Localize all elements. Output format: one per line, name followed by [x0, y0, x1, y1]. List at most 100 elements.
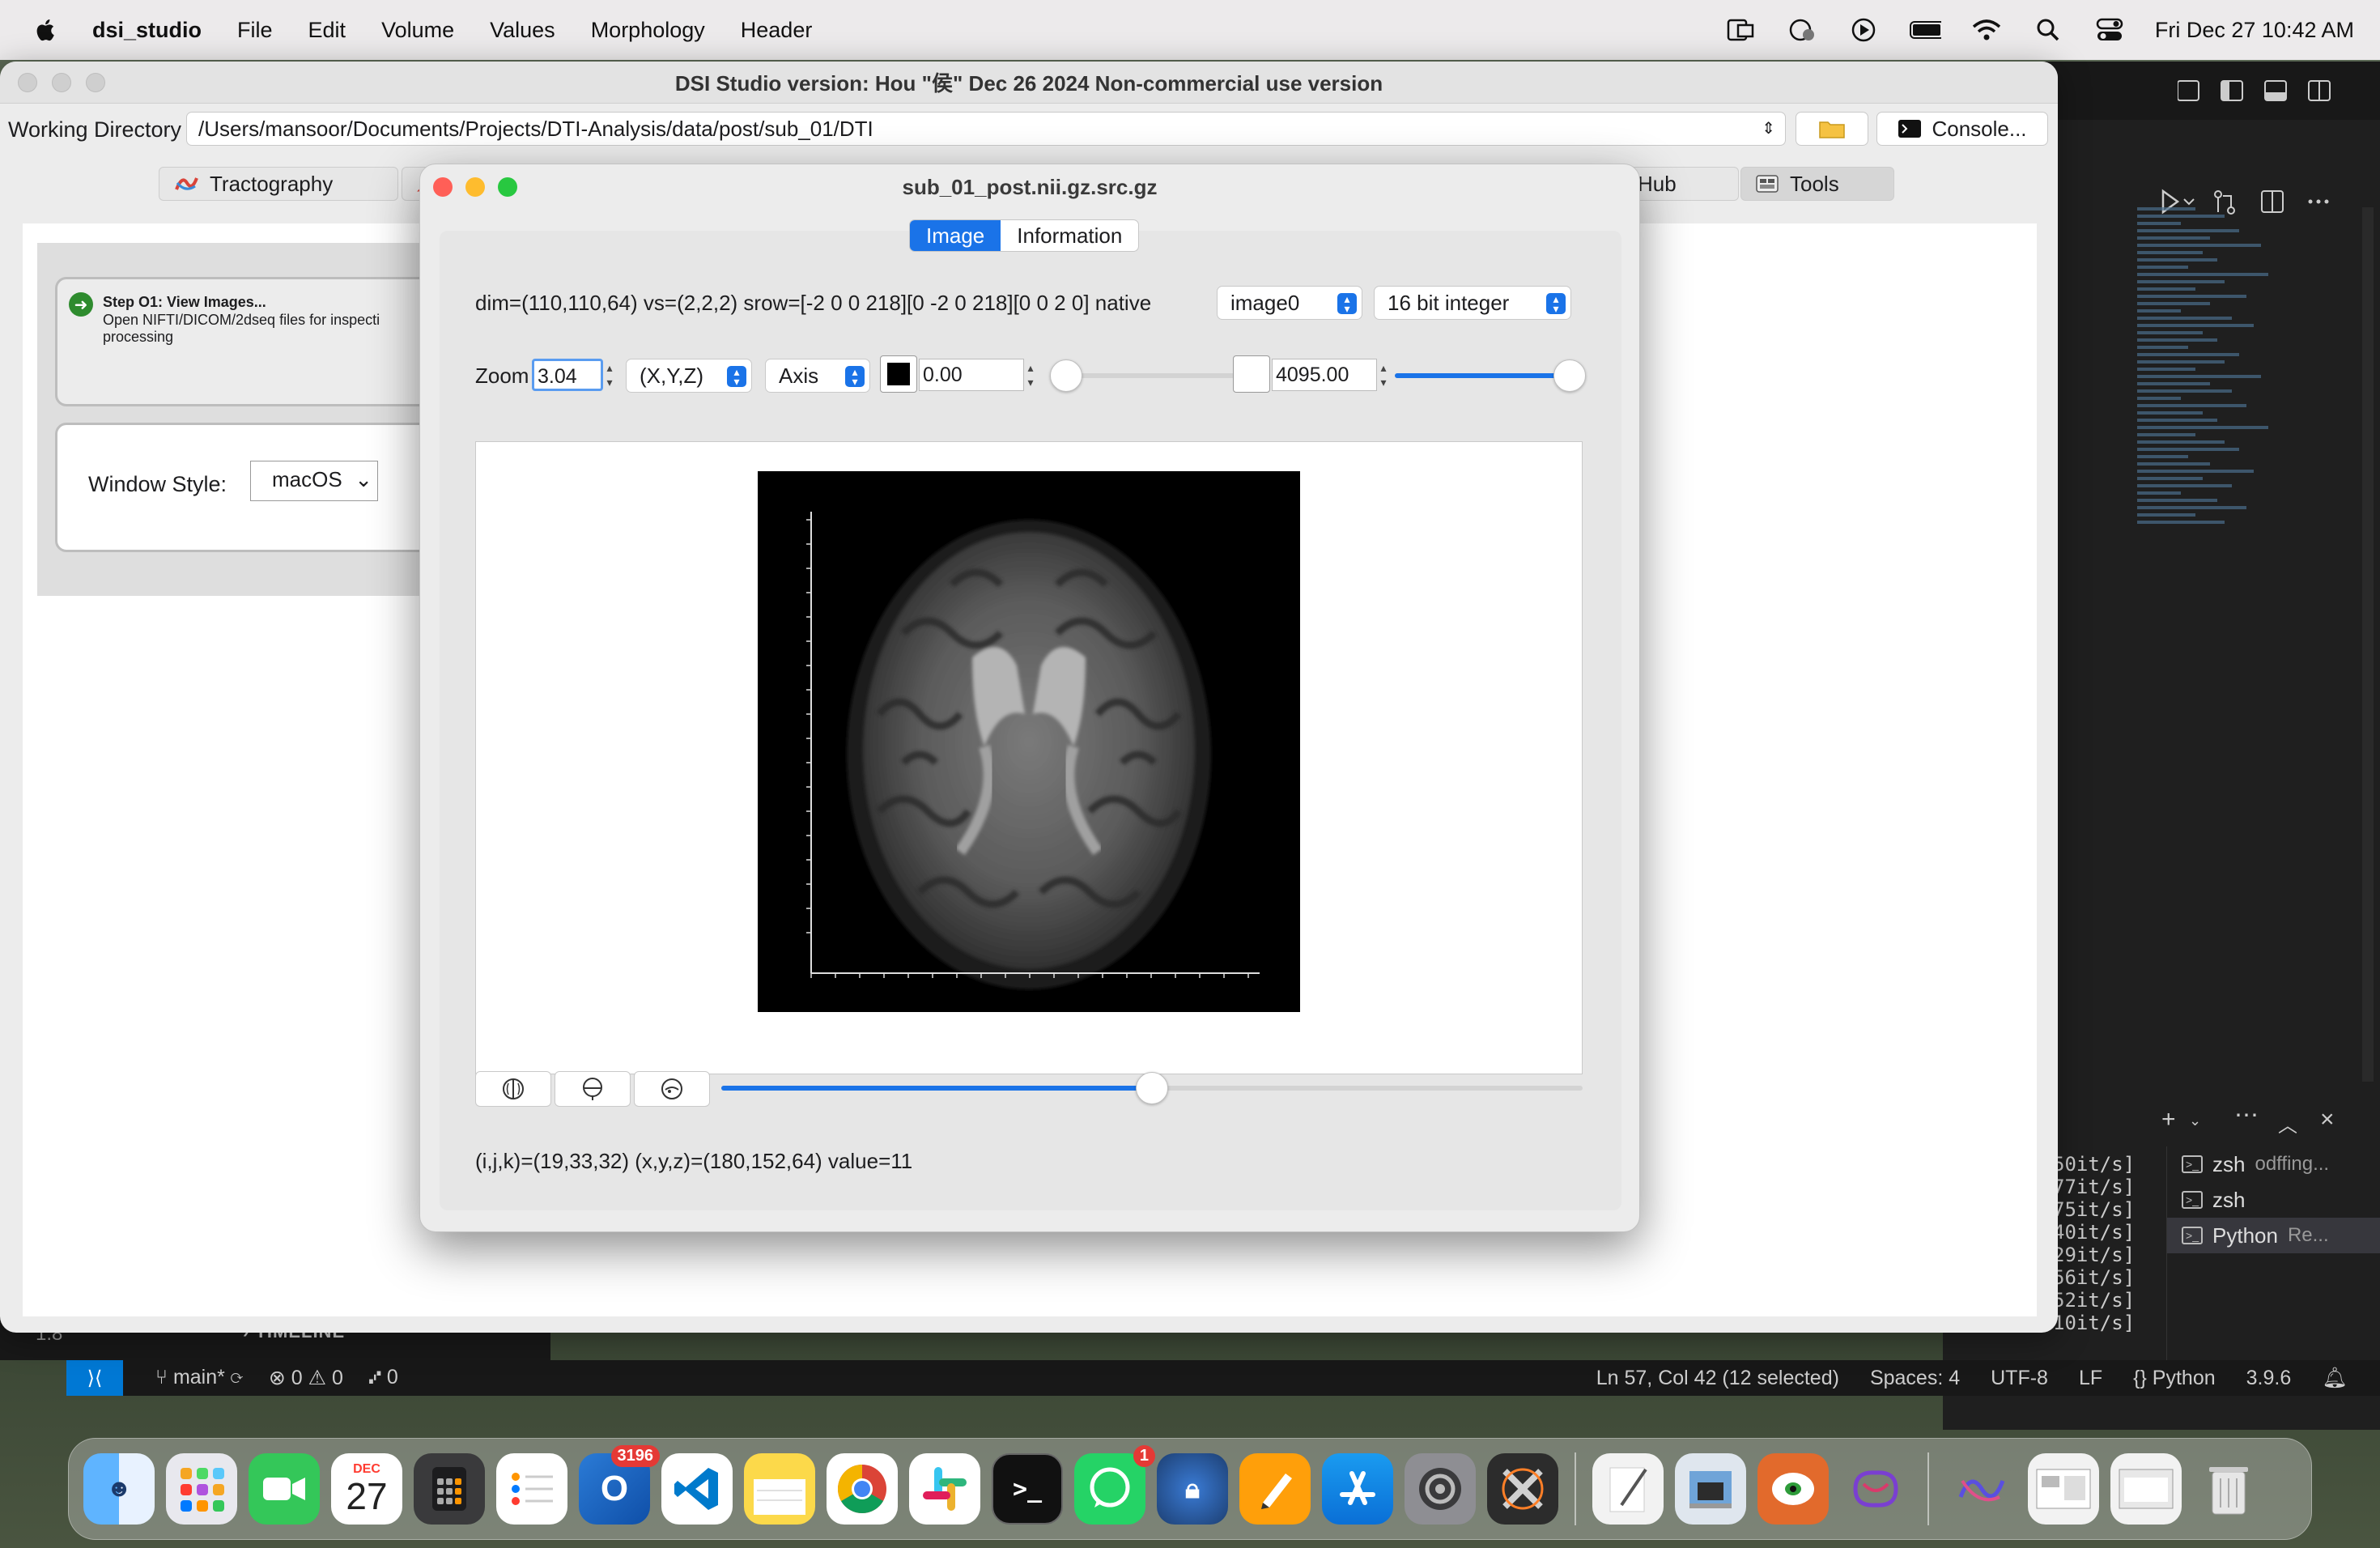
chrome-icon[interactable] [827, 1453, 898, 1525]
slider-knob[interactable] [1050, 359, 1082, 392]
ports-indicator[interactable]: ⑇ 0 [369, 1366, 398, 1390]
working-directory-combo[interactable]: /Users/mansoor/Documents/Projects/DTI-An… [186, 112, 1786, 146]
coronal-view-button[interactable] [555, 1071, 631, 1107]
whatsapp-icon[interactable]: 1 [1074, 1445, 1155, 1525]
tab-information[interactable]: Information [1001, 220, 1138, 251]
battery-icon[interactable] [1909, 15, 1941, 45]
axial-icon [661, 1078, 682, 1099]
window-thumbnail-1[interactable] [2028, 1453, 2099, 1525]
new-terminal-icon[interactable]: + [2161, 1106, 2176, 1133]
search-icon[interactable] [2032, 15, 2064, 45]
python-version[interactable]: 3.9.6 [2246, 1367, 2292, 1390]
brain-app-icon[interactable] [1840, 1453, 1911, 1525]
dock: ☻ DEC 27 O 3196 >_ 1 🔒︎ [68, 1438, 2312, 1540]
system-settings-icon[interactable] [1405, 1453, 1476, 1525]
step1-view-images[interactable]: ➜ Step O1: View Images... Open NIFTI/DIC… [55, 277, 444, 406]
tab-image[interactable]: Image [910, 220, 1001, 251]
wifi-icon[interactable] [1970, 15, 2003, 45]
min-color-swatch[interactable] [880, 355, 917, 393]
control-center-icon[interactable] [2093, 15, 2126, 45]
tractography-app-icon[interactable] [1945, 1453, 2017, 1525]
outlook-status-icon[interactable] [1724, 15, 1757, 45]
min-value-stepper[interactable]: ▴ ▾ [1024, 360, 1037, 393]
editor-scrollbar[interactable] [2362, 207, 2374, 1082]
minimize-button[interactable] [52, 73, 71, 92]
minimap[interactable] [2137, 207, 2283, 563]
menu-header[interactable]: Header [741, 18, 813, 43]
chevron-down-icon[interactable]: ⌄ [2189, 1112, 2201, 1129]
min-value-input[interactable]: 0.00 [919, 359, 1024, 391]
axis-select[interactable]: Axis ▴ ▾ [765, 359, 870, 393]
language-mode[interactable]: {} Python [2133, 1367, 2216, 1390]
notes-icon[interactable] [744, 1453, 815, 1525]
tab-tools[interactable]: Tools [1740, 167, 1894, 201]
vscode-icon[interactable] [661, 1453, 733, 1525]
menu-file[interactable]: File [237, 18, 273, 43]
sagittal-view-button[interactable] [475, 1071, 551, 1107]
zoom-stepper[interactable]: ▴ ▾ [603, 360, 616, 393]
maximize-panel-icon[interactable]: ︿ [2278, 1109, 2297, 1138]
data-type-select[interactable]: 16 bit integer ▴ ▾ [1374, 286, 1571, 320]
zoom-button[interactable] [86, 73, 105, 92]
apple-icon[interactable] [32, 16, 60, 44]
play-icon[interactable] [1847, 15, 1880, 45]
axial-view-button[interactable] [634, 1071, 710, 1107]
console-button[interactable]: Console... [1876, 112, 2048, 146]
mri-slice-image[interactable] [758, 471, 1300, 1012]
slider-knob[interactable] [1553, 359, 1586, 392]
bell-icon[interactable]: 🔔︎ [2322, 1367, 2348, 1390]
vpn-app-icon[interactable]: 🔒︎ [1157, 1453, 1228, 1525]
menu-app-name[interactable]: dsi_studio [92, 18, 202, 43]
terminal-entry-zsh-1[interactable]: >_ zsh odffing... [2167, 1146, 2380, 1182]
slack-icon[interactable] [909, 1453, 980, 1525]
zoom-input[interactable]: 3.04 [532, 359, 603, 391]
image-select[interactable]: image0 ▴ ▾ [1217, 286, 1362, 320]
tab-tractography[interactable]: Tractography [159, 167, 398, 201]
menu-values[interactable]: Values [490, 18, 555, 43]
menubar-clock[interactable]: Fri Dec 27 10:42 AM [2155, 18, 2354, 43]
outlook-icon[interactable]: O 3196 [579, 1445, 660, 1525]
textedit-icon[interactable] [1592, 1453, 1664, 1525]
slider-knob[interactable] [1136, 1072, 1168, 1104]
window-thumbnail-2[interactable] [2110, 1453, 2182, 1525]
more-icon[interactable]: ⋯ [2234, 1101, 2259, 1129]
remote-indicator-icon[interactable]: ⟩⟨ [66, 1360, 123, 1396]
globe-status-icon[interactable] [1786, 15, 1818, 45]
dsi-window-title: DSI Studio version: Hou "侯" Dec 26 2024 … [674, 71, 1383, 96]
close-panel-icon[interactable]: × [2320, 1106, 2335, 1133]
calculator-icon[interactable] [414, 1453, 485, 1525]
max-value-input[interactable]: 4095.00 [1272, 359, 1377, 391]
terminal-app-icon[interactable]: >_ [992, 1453, 1063, 1525]
orientation-select[interactable]: (X,Y,Z) ▴ ▾ [626, 359, 752, 393]
window-style-select[interactable]: macOS ⌄ [250, 461, 378, 501]
menu-morphology[interactable]: Morphology [591, 18, 705, 43]
branch-indicator[interactable]: ⑂ main* ⟳ [155, 1366, 243, 1390]
terminal-entry-zsh-2[interactable]: >_ zsh [2167, 1182, 2380, 1218]
menu-volume[interactable]: Volume [381, 18, 454, 43]
encoding[interactable]: UTF-8 [1991, 1367, 2048, 1390]
max-color-swatch[interactable] [1233, 355, 1270, 393]
launchpad-icon[interactable] [166, 1453, 237, 1525]
line-ending[interactable]: LF [2079, 1367, 2102, 1390]
indentation[interactable]: Spaces: 4 [1870, 1367, 1960, 1390]
folder-icon [1819, 121, 1845, 138]
browse-folder-button[interactable] [1796, 112, 1868, 146]
pages-icon[interactable] [1239, 1453, 1311, 1525]
finder-icon[interactable]: ☻ [83, 1453, 155, 1525]
dsi-studio-app-icon[interactable] [1757, 1453, 1829, 1525]
max-value-stepper[interactable]: ▴ ▾ [1377, 360, 1390, 393]
app-store-icon[interactable] [1322, 1453, 1393, 1525]
facetime-icon[interactable] [249, 1453, 320, 1525]
cursor-position[interactable]: Ln 57, Col 42 (12 selected) [1596, 1367, 1839, 1390]
xquartz-icon[interactable] [1487, 1453, 1558, 1525]
calendar-icon[interactable]: DEC 27 [331, 1453, 402, 1525]
trash-icon[interactable] [2193, 1453, 2264, 1525]
terminal-output[interactable]: 50it/s] 77it/s] 75it/s] 40it/s] 29it/s] … [2053, 1153, 2166, 1334]
problems-indicator[interactable]: ⊗ 0 ⚠ 0 [269, 1366, 343, 1390]
menu-edit[interactable]: Edit [308, 18, 346, 43]
layout-icons[interactable] [2178, 78, 2356, 104]
preview-icon[interactable] [1675, 1453, 1746, 1525]
terminal-entry-python[interactable]: >_ Python Re... [2167, 1218, 2380, 1253]
close-button[interactable] [18, 73, 37, 92]
reminders-icon[interactable] [496, 1453, 567, 1525]
